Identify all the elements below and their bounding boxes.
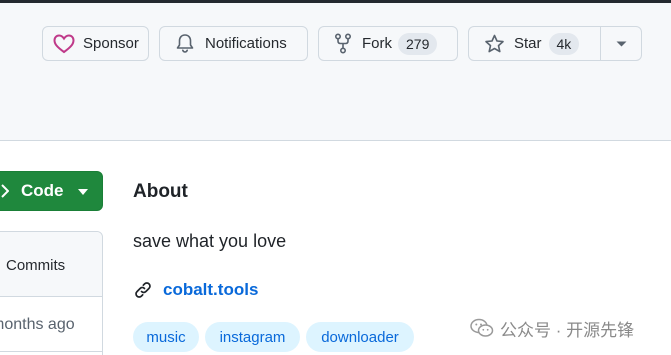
watermark-text: 公众号 · 开源先锋 [500, 320, 635, 340]
sponsor-label: Sponsor [83, 35, 139, 52]
fork-icon [334, 33, 352, 54]
wechat-icon [470, 318, 494, 337]
star-label: Star [514, 35, 542, 52]
topic-tag[interactable]: music [133, 322, 199, 352]
chevron-right-icon [1, 184, 9, 198]
topic-tag[interactable]: instagram [205, 322, 300, 352]
notifications-button[interactable]: Notifications [159, 26, 308, 61]
caret-down-icon [78, 189, 88, 195]
star-icon [485, 34, 504, 52]
sponsor-button[interactable]: Sponsor [42, 26, 149, 61]
fork-button[interactable]: Fork 279 [318, 26, 458, 61]
file-list: Commits months ago [0, 231, 103, 355]
row-divider [0, 351, 102, 352]
about-heading: About [133, 181, 188, 202]
star-count: 4k [548, 32, 580, 55]
commits-link[interactable]: Commits [6, 257, 65, 274]
topic-tag[interactable]: downloader [306, 322, 414, 352]
code-button[interactable]: Code [0, 171, 103, 211]
repo-header: Sponsor Notifications Fork 279 Star 4k [0, 3, 671, 141]
notifications-label: Notifications [205, 35, 287, 52]
bell-icon [176, 34, 194, 53]
link-icon [135, 282, 151, 298]
star-divider [600, 27, 601, 60]
fork-count: 279 [398, 32, 438, 55]
code-label: Code [21, 181, 64, 200]
watermark: 公众号 · 开源先锋 [470, 317, 635, 340]
about-description: save what you love [133, 231, 287, 251]
updated-time: months ago [0, 316, 75, 333]
heart-icon [53, 33, 75, 53]
star-button[interactable]: Star 4k [468, 26, 642, 61]
commits-row[interactable]: Commits [0, 232, 102, 297]
chevron-down-icon[interactable] [616, 41, 627, 47]
website-link[interactable]: cobalt.tools [163, 280, 258, 300]
fork-label: Fork [362, 35, 392, 52]
